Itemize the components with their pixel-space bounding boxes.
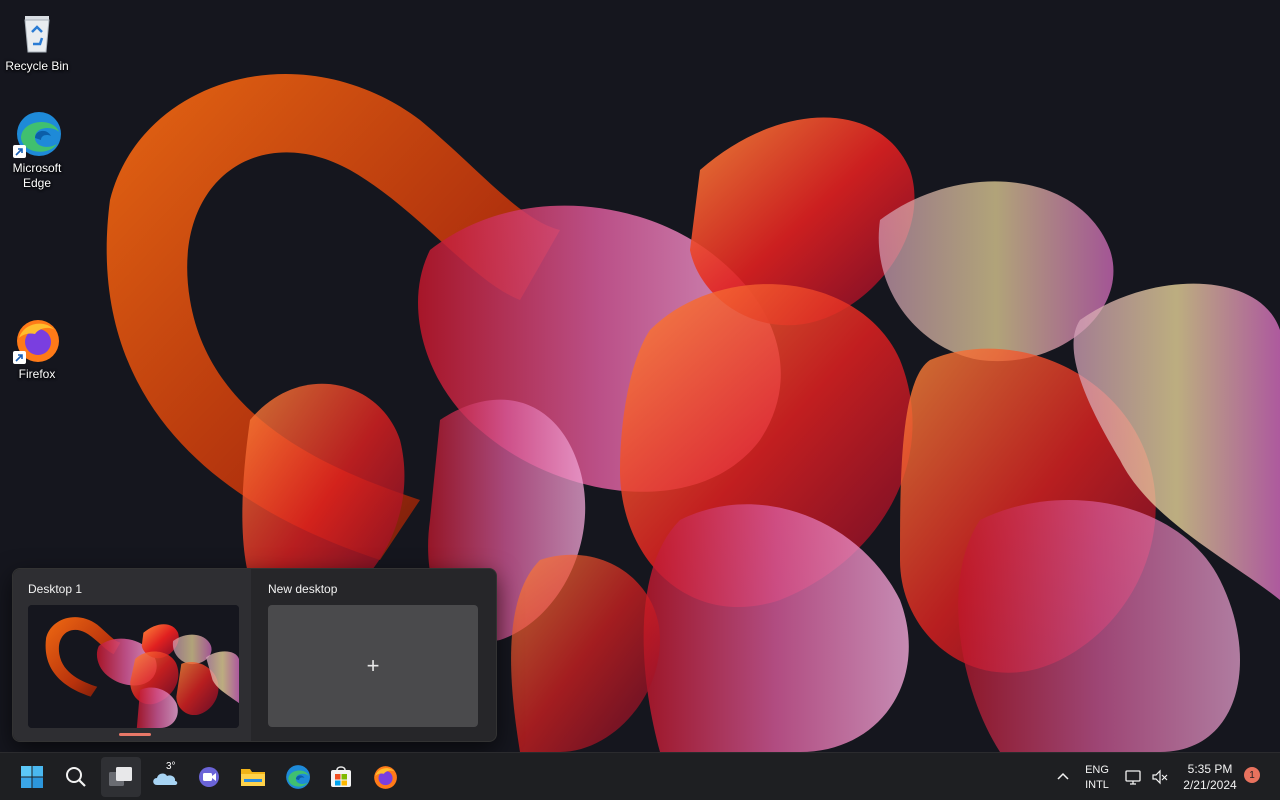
edge-icon [286,765,310,789]
clock-time: 5:35 PM [1187,762,1233,776]
volume-button[interactable] [1148,757,1172,797]
weather-temperature: 3° [166,761,176,772]
firefox-icon [13,316,61,364]
search-icon [66,767,86,787]
network-icon [1125,770,1141,785]
virtual-desktop-1[interactable]: Desktop 1 [13,569,251,741]
store-icon [331,766,351,787]
recycle-bin-icon [13,8,61,56]
plus-icon: + [366,653,380,678]
edge-button[interactable] [277,757,317,797]
teams-chat-icon [199,767,219,787]
widgets-button[interactable] [145,757,185,797]
taskbar: 3° ENG INTL 5:35 PM 2/21/2024 [0,752,1280,800]
new-desktop-card[interactable]: New desktop + [253,569,491,741]
clock[interactable]: 5:35 PM 2/21/2024 [1178,761,1242,793]
virtual-desktops-flyout: Desktop 1 New desktop + [12,568,497,742]
desktop-icon-label: Firefox [18,367,56,381]
windows-logo-icon [21,766,43,788]
file-explorer-button[interactable] [233,757,273,797]
language-code: ENG [1085,764,1109,776]
edge-icon [13,110,61,158]
task-view-icon [109,767,132,786]
search-button[interactable] [56,757,96,797]
start-button[interactable] [12,757,52,797]
notification-badge[interactable]: 1 [1244,767,1260,783]
desktop-icon-microsoft-edge[interactable]: Microsoft Edge [1,110,73,191]
new-desktop-title: New desktop [268,582,338,596]
desktop-icon-label: Recycle Bin [5,59,69,73]
teams-chat-button[interactable] [189,757,229,797]
firefox-button[interactable] [365,757,405,797]
show-hidden-icons-button[interactable] [1050,757,1076,797]
chevron-up-icon [1057,772,1069,780]
input-language-indicator[interactable]: ENG INTL [1080,763,1114,793]
firefox-icon [374,766,397,789]
volume-muted-icon [1152,769,1168,785]
desktop-thumbnail[interactable] [28,605,239,728]
virtual-desktop-title: Desktop 1 [28,582,83,596]
clock-date: 2/21/2024 [1183,778,1237,792]
network-button[interactable] [1122,757,1146,797]
shortcut-arrow-icon [13,351,26,364]
active-desktop-indicator [119,733,151,736]
task-view-button[interactable] [101,757,141,797]
desktop-icon-firefox[interactable]: Firefox [1,316,73,382]
desktop-icon-label: Microsoft Edge [12,161,62,190]
folder-icon [241,769,265,786]
desktop-icon-recycle-bin[interactable]: Recycle Bin [1,8,73,74]
new-desktop-button[interactable]: + [268,605,478,727]
shortcut-arrow-icon [13,145,26,158]
store-button[interactable] [321,757,361,797]
keyboard-layout: INTL [1085,779,1109,791]
